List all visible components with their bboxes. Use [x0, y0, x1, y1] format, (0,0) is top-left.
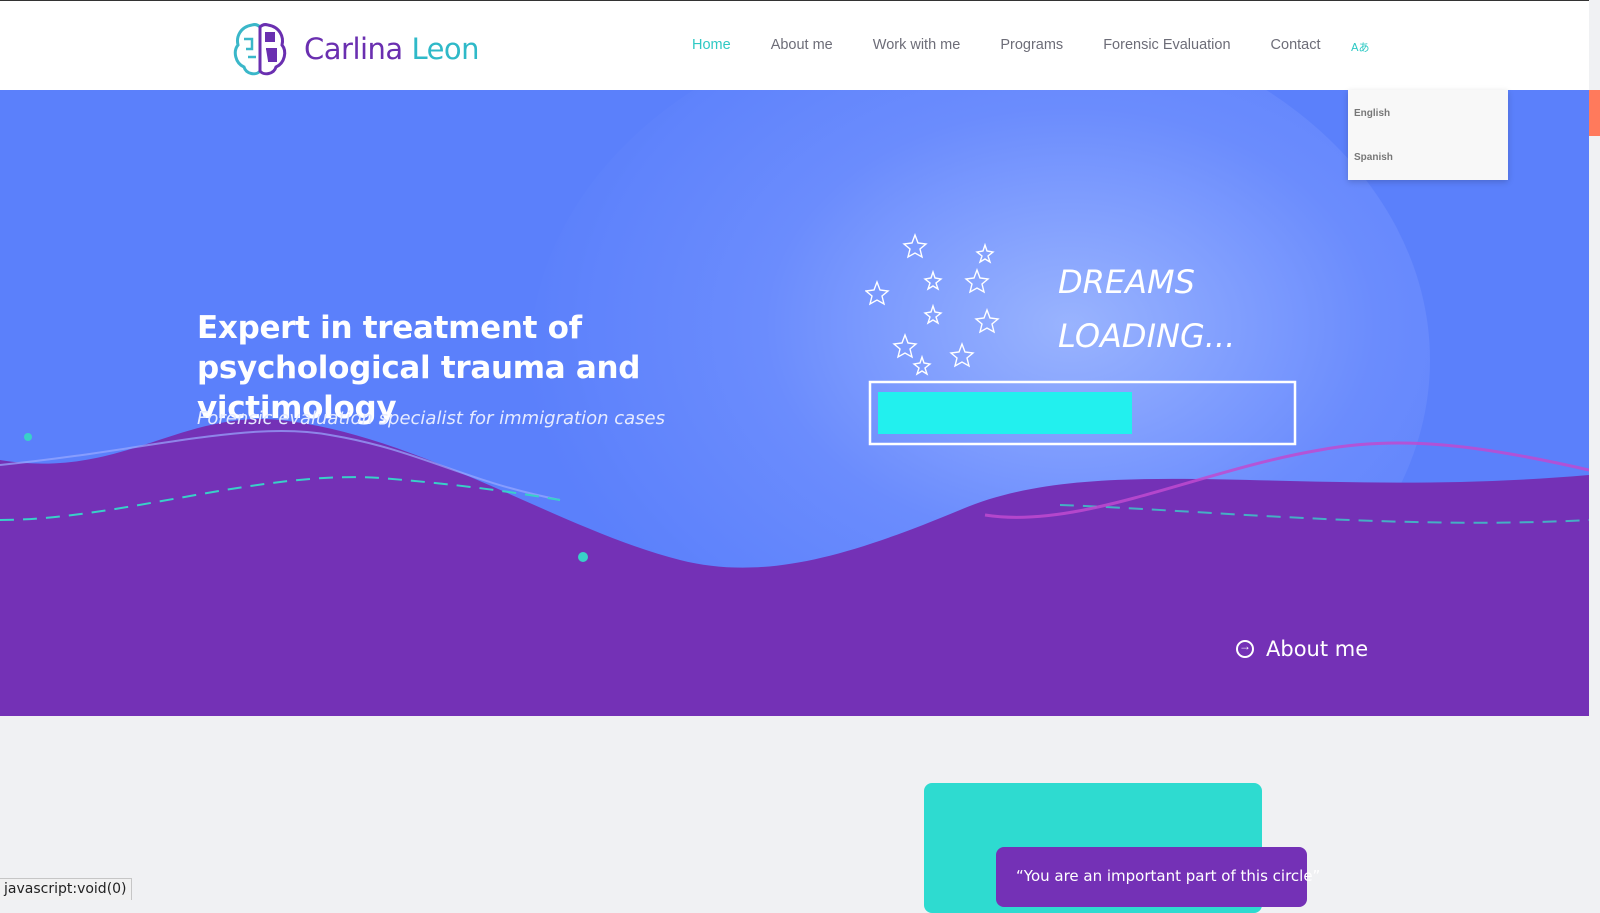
- nav-contact[interactable]: Contact: [1271, 37, 1321, 53]
- language-dropdown: English Spanish: [1348, 90, 1508, 180]
- brain-logo-icon: [233, 23, 287, 76]
- nav-home[interactable]: Home: [692, 37, 731, 53]
- brand-name: Carlina Leon: [304, 32, 480, 66]
- art-text-loading: LOADING...: [1058, 317, 1235, 355]
- nav-forensic-evaluation[interactable]: Forensic Evaluation: [1103, 37, 1230, 53]
- main-nav: Home About me Work with me Programs Fore…: [692, 37, 1361, 53]
- scrollbar-thumb[interactable]: [1589, 90, 1600, 136]
- hero-subtitle: Forensic evaluation specialist for immig…: [197, 408, 665, 429]
- nav-about-me[interactable]: About me: [771, 37, 833, 53]
- logo-link[interactable]: Carlina Leon: [230, 19, 480, 79]
- art-text-dreams: DREAMS: [1058, 263, 1195, 301]
- quote-bubble: “You are an important part of this circl…: [996, 847, 1320, 907]
- brand-last-name: Leon: [411, 32, 480, 66]
- scrollbar-track[interactable]: [1589, 90, 1600, 900]
- arrow-circle-icon: [1236, 639, 1254, 658]
- stars-doodle: [865, 233, 1000, 376]
- loading-bar-fill: [878, 392, 1132, 434]
- nav-work-with-me[interactable]: Work with me: [873, 37, 961, 53]
- hero-section: Expert in treatment of psychological tra…: [0, 90, 1589, 716]
- browser-status-bar: javascript:void(0): [0, 878, 132, 900]
- language-option-spanish[interactable]: Spanish: [1354, 152, 1393, 163]
- language-option-english[interactable]: English: [1354, 108, 1390, 119]
- about-me-link-label: About me: [1266, 637, 1369, 661]
- dreams-loading-illustration: DREAMS LOADING...: [865, 233, 1297, 446]
- site-header: Carlina Leon Home About me Work with me …: [0, 0, 1589, 90]
- nav-programs[interactable]: Programs: [1000, 37, 1063, 53]
- about-me-link[interactable]: About me: [1236, 637, 1368, 661]
- translate-icon[interactable]: Aあ: [1351, 39, 1370, 55]
- brand-first-name: Carlina: [304, 32, 403, 66]
